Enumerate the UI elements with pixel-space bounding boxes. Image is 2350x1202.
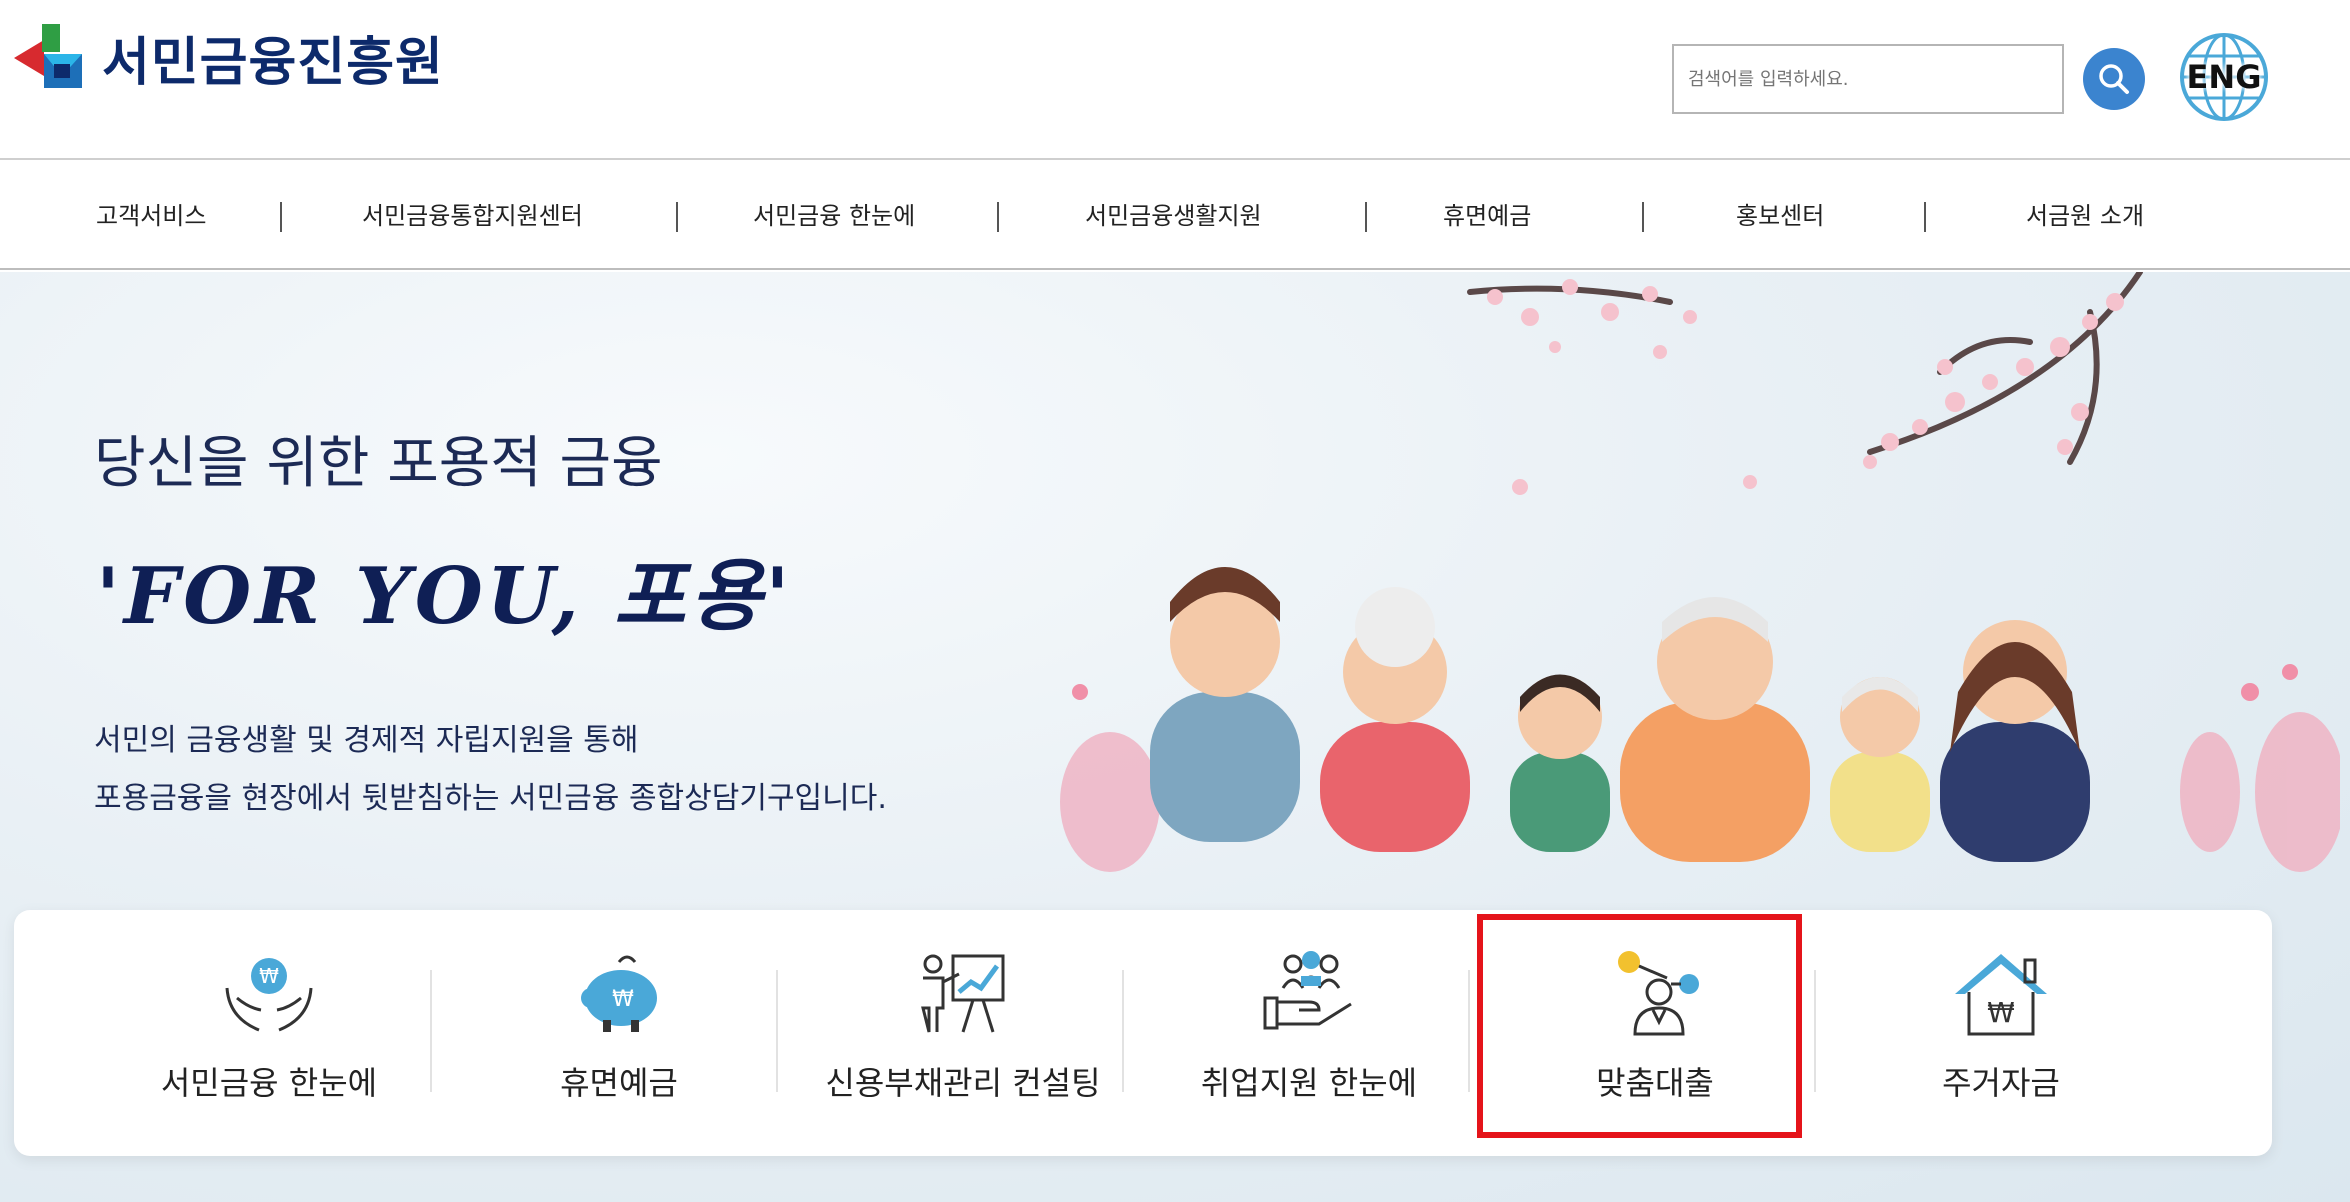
quick-item-housing-fund[interactable]: ₩ 주거자금 [1836,910,2166,1156]
person-network-icon [1618,951,1699,1036]
quick-item-label: 주거자금 [1942,1064,2060,1102]
family-members [1150,567,2090,862]
hero-description-line: 포용금융을 현장에서 뒷받침하는 서민금융 종합상담기구입니다. [94,781,887,816]
quick-divider [1122,970,1124,1092]
house-won-icon: ₩ [1955,954,2047,1036]
nav-item-finance-overview[interactable]: 서민금융 한눈에 [753,162,915,270]
svg-text:₩: ₩ [1987,996,2015,1029]
quick-item-label: 맞춤대출 [1596,1064,1714,1102]
quick-divider [776,970,778,1092]
presentation-chart-icon [921,954,1005,1033]
quick-item-job-support[interactable]: 취업지원 한눈에 [1144,910,1474,1156]
site-logo[interactable]: 서민금융진흥원 [14,18,444,96]
svg-text:₩: ₩ [259,964,279,988]
svg-text:₩: ₩ [612,987,634,1012]
nav-item-customer-service[interactable]: 고객서비스 [96,162,206,270]
language-label: ENG [2186,58,2262,96]
quick-item-finance-overview[interactable]: ₩ 서민금융 한눈에 [104,910,434,1156]
search-button[interactable] [2083,48,2145,110]
cherry-blossom-branch [1467,272,2143,465]
quick-item-label: 신용부채관리 컨설팅 [825,1064,1101,1102]
quick-divider [430,970,432,1092]
nav-item-dormant-deposit[interactable]: 휴면예금 [1443,162,1531,270]
logo-text: 서민금융진흥원 [102,32,444,93]
quick-divider [1468,970,1470,1092]
hero-title: 당신을 위한 포용적 금융 [94,431,663,496]
search-field[interactable] [1672,44,2064,114]
logo-mark-icon [14,24,82,88]
quick-item-credit-consulting[interactable]: 신용부채관리 컨설팅 [798,910,1128,1156]
nav-divider [676,202,678,232]
hand-people-icon [1263,951,1352,1030]
piggy-bank-icon: ₩ [581,955,657,1032]
main-nav: 고객서비스 서민금융통합지원센터 서민금융 한눈에 서민금융생활지원 휴면예금 … [0,162,2350,270]
search-input[interactable] [1688,68,2062,90]
nav-divider [1365,202,1367,232]
nav-item-about[interactable]: 서금원 소개 [2026,162,2144,270]
nav-divider [280,202,282,232]
nav-divider [1924,202,1926,232]
site-header: 서민금융진흥원 ENG [0,0,2350,160]
search-icon [2099,64,2129,94]
hero-slogan: 'FOR YOU, 포용' [96,551,794,642]
nav-item-pr-center[interactable]: 홍보센터 [1736,162,1824,270]
quick-item-dormant-deposit[interactable]: ₩ 휴면예금 [454,910,784,1156]
nav-divider [997,202,999,232]
family-illustration [1060,272,2340,872]
hero-description-line: 서민의 금융생활 및 경제적 자립지원을 통해 [94,723,639,758]
language-button[interactable]: ENG [2177,30,2271,124]
quick-item-label: 서민금융 한눈에 [160,1064,378,1102]
quick-item-label: 휴면예금 [560,1064,678,1102]
hero-description: 서민의 금융생활 및 경제적 자립지원을 통해 포용금융을 현장에서 뒷받침하는… [94,712,887,828]
quick-item-custom-loan[interactable]: 맞춤대출 [1490,910,1820,1156]
nav-divider [1642,202,1644,232]
nav-item-life-support[interactable]: 서민금융생활지원 [1085,162,1262,270]
hands-won-icon: ₩ [225,958,313,1032]
quick-item-label: 취업지원 한눈에 [1200,1064,1418,1102]
quick-divider [1814,970,1816,1092]
blossom-flowers [1203,279,2124,678]
quick-menu: ₩ 서민금융 한눈에 ₩ 휴면예금 신용부채관리 컨설팅 취업지원 한눈에 맞춤… [14,910,2272,1156]
nav-item-support-center[interactable]: 서민금융통합지원센터 [362,162,583,270]
